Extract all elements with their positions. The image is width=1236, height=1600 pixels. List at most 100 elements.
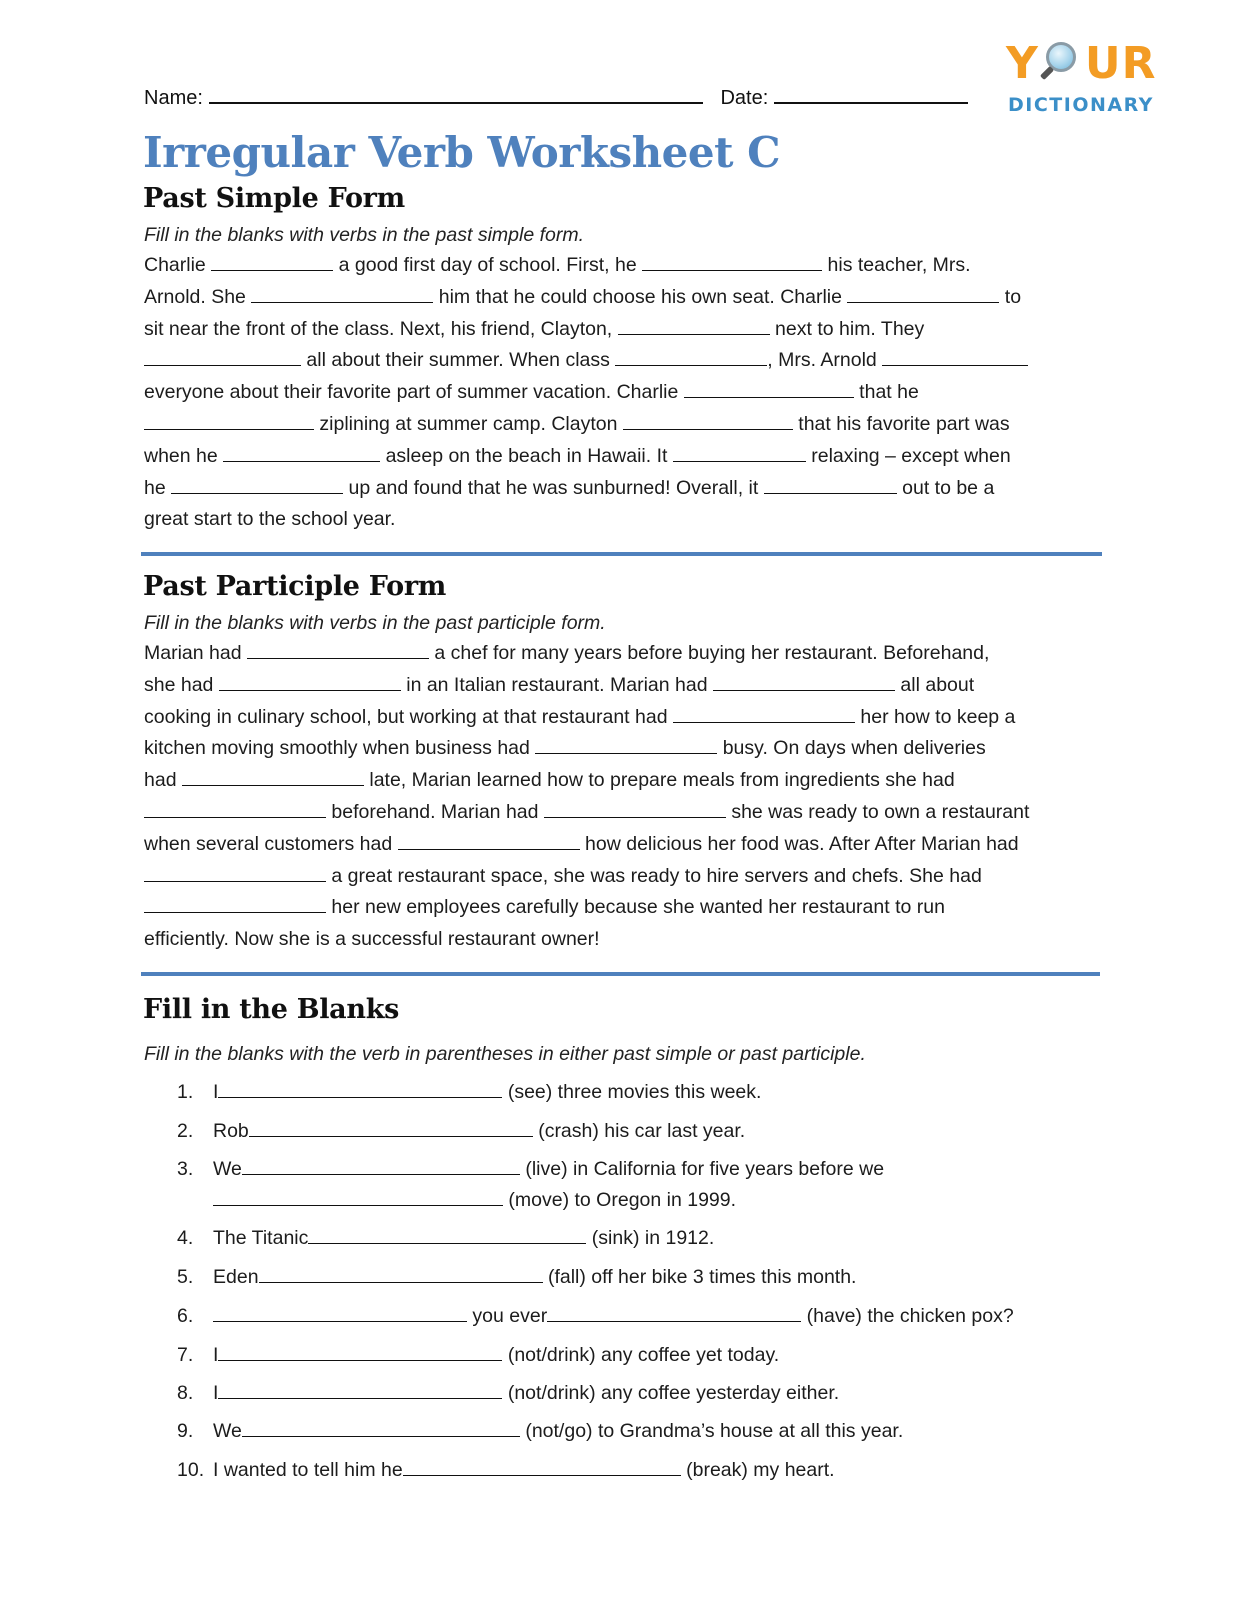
- paragraph-line: Charlie a good first day of school. Firs…: [144, 250, 1104, 282]
- worksheet-page: Name: Date: Y UR DICTIONARY Irregular Ver…: [0, 0, 1236, 1600]
- item-content: you ever (have) the chicken pox?: [213, 1304, 1014, 1328]
- paragraph-text: , Mrs. Arnold: [767, 349, 883, 372]
- answer-blank[interactable]: [144, 864, 326, 882]
- item-text: you ever: [467, 1305, 548, 1327]
- section-divider: [141, 552, 1102, 556]
- paragraph-line: Arnold. She him that he could choose his…: [144, 282, 1104, 314]
- name-field[interactable]: [208, 84, 703, 104]
- item-text: (crash) his car last year.: [532, 1120, 746, 1142]
- paragraph-text: when several customers had: [144, 832, 398, 855]
- item-text: (fall) off her bike 3 times this month.: [542, 1266, 857, 1288]
- answer-blank[interactable]: [144, 800, 326, 818]
- paragraph-text: everyone about their favorite part of su…: [144, 381, 684, 404]
- answer-blank[interactable]: [171, 476, 344, 494]
- paragraph-text: that he: [853, 381, 919, 404]
- answer-blank[interactable]: [642, 253, 823, 271]
- answer-blank[interactable]: [218, 1080, 503, 1098]
- item-content: We (live) in California for five years b…: [213, 1157, 884, 1181]
- answer-blank[interactable]: [397, 832, 580, 850]
- list-item: 5. Eden (fall) off her bike 3 times this …: [177, 1265, 856, 1289]
- paragraph-text: sit near the front of the class. Next, h…: [144, 317, 618, 340]
- answer-blank[interactable]: [248, 1119, 533, 1137]
- item-text: (break) my heart.: [680, 1459, 835, 1481]
- item-number: 7.: [177, 1344, 194, 1366]
- item-text: (not/go) to Grandma’s house at all this …: [519, 1420, 904, 1442]
- item-text: (not/drink) any coffee yesterday either.: [502, 1382, 840, 1404]
- list-item: 8. I (not/drink) any coffee yesterday eit…: [177, 1381, 839, 1405]
- item-number: 5.: [177, 1266, 194, 1288]
- item-text: (not/drink) any coffee yet today.: [502, 1344, 780, 1366]
- paragraph-text: a good first day of school. First, he: [333, 254, 643, 276]
- answer-blank[interactable]: [615, 348, 768, 367]
- answer-blank[interactable]: [144, 895, 326, 914]
- answer-blank[interactable]: [213, 1304, 467, 1322]
- answer-blank[interactable]: [241, 1419, 520, 1437]
- paragraph-text: all about: [895, 673, 975, 696]
- paragraph-text: a great restaurant space, she was ready …: [326, 864, 982, 887]
- answer-blank[interactable]: [218, 673, 401, 691]
- answer-blank[interactable]: [713, 673, 895, 691]
- paragraph-line: sit near the front of the class. Next, h…: [144, 314, 1104, 346]
- date-field[interactable]: [774, 84, 969, 104]
- item-content: We (not/go) to Grandma’s house at all th…: [213, 1419, 903, 1443]
- answer-blank[interactable]: [218, 1381, 503, 1399]
- answer-blank[interactable]: [251, 285, 434, 303]
- answer-blank[interactable]: [211, 253, 334, 271]
- answer-blank[interactable]: [223, 444, 381, 462]
- answer-blank[interactable]: [241, 1157, 520, 1175]
- answer-blank[interactable]: [672, 444, 806, 462]
- paragraph-text: to: [999, 285, 1022, 308]
- magnifying-glass-icon: [1039, 40, 1084, 84]
- answer-blank[interactable]: [402, 1458, 681, 1476]
- paragraph-text: efficiently. Now she is a successful res…: [144, 928, 600, 951]
- paragraph-text: he: [144, 476, 172, 499]
- answer-blank[interactable]: [683, 380, 854, 399]
- answer-blank[interactable]: [308, 1226, 587, 1244]
- paragraph-text: late, Marian learned how to prepare meal…: [363, 769, 955, 792]
- paragraph-text: Charlie: [144, 254, 212, 276]
- paragraph-text: beforehand. Marian had: [326, 800, 544, 823]
- item-number: 1.: [177, 1081, 194, 1103]
- item-number: 10.: [177, 1459, 205, 1481]
- paragraph-text: him that he could choose his own seat. C…: [433, 285, 848, 308]
- list-item: 2. Rob (crash) his car last year.: [177, 1119, 745, 1143]
- answer-blank[interactable]: [547, 1304, 802, 1322]
- answer-blank[interactable]: [622, 412, 793, 430]
- list-item: 1. I (see) three movies this week.: [177, 1080, 761, 1104]
- answer-blank[interactable]: [258, 1265, 543, 1283]
- paragraph-text: that his favorite part was: [792, 412, 1010, 435]
- answer-blank[interactable]: [543, 800, 726, 818]
- answer-blank[interactable]: [847, 285, 1000, 303]
- answer-blank[interactable]: [763, 476, 897, 494]
- paragraph-text: ziplining at summer camp. Clayton: [314, 412, 623, 435]
- fill-blanks-instruction: Fill in the blanks with the verb in pare…: [144, 1043, 866, 1065]
- item-text: We: [213, 1158, 242, 1180]
- paragraph-text: had: [144, 769, 182, 792]
- answer-blank[interactable]: [882, 348, 1029, 367]
- item-number: 4.: [177, 1227, 194, 1249]
- answer-blank[interactable]: [672, 705, 855, 723]
- list-item: 7. I (not/drink) any coffee yet today.: [177, 1343, 779, 1367]
- fill-blanks-heading: Fill in the Blanks: [143, 994, 400, 1025]
- item-number: 2.: [177, 1120, 194, 1142]
- answer-blank[interactable]: [246, 641, 429, 659]
- answer-blank[interactable]: [144, 348, 301, 367]
- item-number: 9.: [177, 1420, 194, 1442]
- answer-blank[interactable]: [181, 768, 364, 787]
- answer-blank[interactable]: [144, 412, 314, 430]
- past-participle-paragraph: Marian had a chef for many years before …: [144, 638, 1104, 956]
- answer-blank[interactable]: [535, 736, 718, 755]
- item-continuation: (move) to Oregon in 1999.: [213, 1188, 736, 1212]
- logo-letter-y: Y: [1006, 38, 1039, 89]
- paragraph-text: out to be a: [896, 476, 995, 499]
- answer-blank[interactable]: [617, 317, 770, 335]
- answer-blank[interactable]: [213, 1188, 503, 1206]
- item-content: I wanted to tell him he (break) my heart…: [213, 1458, 835, 1482]
- paragraph-text: Marian had: [144, 642, 247, 664]
- answer-blank[interactable]: [218, 1343, 503, 1361]
- paragraph-line: efficiently. Now she is a successful res…: [144, 924, 1104, 956]
- paragraph-text: up and found that he was sunburned! Over…: [343, 476, 764, 499]
- paragraph-text: relaxing – except when: [805, 444, 1011, 467]
- past-participle-instruction: Fill in the blanks with verbs in the pas…: [144, 612, 606, 634]
- paragraph-text: her how to keep a: [854, 705, 1016, 728]
